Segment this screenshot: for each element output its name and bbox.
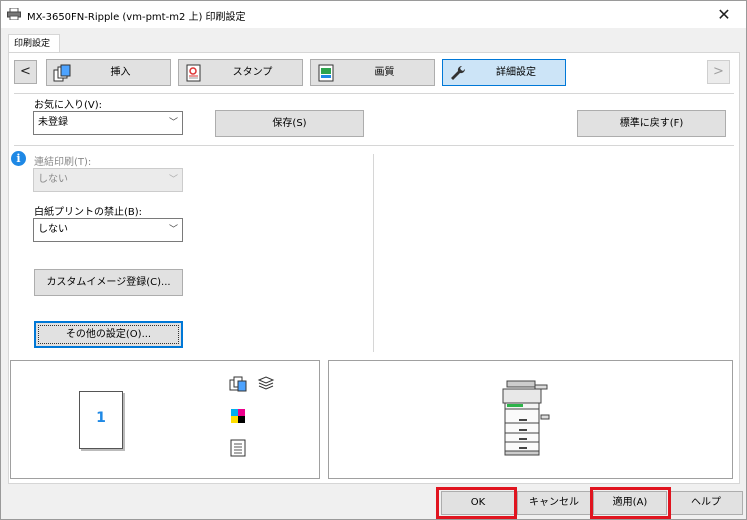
chevron-down-icon: ﹀ bbox=[168, 118, 178, 128]
color-mode-icon bbox=[231, 409, 245, 423]
close-button[interactable]: ✕ bbox=[702, 1, 746, 28]
blank-page-value: しない bbox=[38, 224, 68, 235]
title-bar: MX-3650FN-Ripple (vm-pmt-m2 上) 印刷設定 ✕ bbox=[1, 1, 746, 28]
image-quality-icon bbox=[318, 64, 334, 82]
tab-image-quality-label: 画質 bbox=[374, 67, 395, 78]
wrench-icon bbox=[451, 65, 466, 80]
copies-icon bbox=[229, 376, 247, 392]
printer-icon bbox=[7, 8, 21, 20]
help-button[interactable]: ヘルプ bbox=[669, 491, 743, 515]
tab-stamp[interactable]: スタンプ bbox=[178, 59, 303, 86]
favorites-select[interactable]: 未登録 ﹀ bbox=[33, 111, 183, 135]
scroll-left-button[interactable]: < bbox=[14, 60, 37, 84]
cancel-button[interactable]: キャンセル bbox=[517, 491, 591, 515]
custom-image-button[interactable]: カスタムイメージ登録(C)... bbox=[34, 269, 183, 296]
paper-stack-icon bbox=[257, 376, 275, 390]
page-number: 1 bbox=[96, 410, 106, 426]
favorites-label: お気に入り(V): bbox=[34, 100, 103, 111]
document-icon bbox=[230, 439, 246, 457]
tab-insert-label: 挿入 bbox=[110, 67, 131, 78]
chevron-down-icon: ﹀ bbox=[168, 175, 178, 185]
column-divider bbox=[373, 154, 374, 352]
linked-print-value: しない bbox=[38, 174, 68, 185]
reset-defaults-button[interactable]: 標準に戻す(F) bbox=[577, 110, 726, 137]
linked-print-select[interactable]: しない ﹀ bbox=[33, 168, 183, 192]
print-settings-window: MX-3650FN-Ripple (vm-pmt-m2 上) 印刷設定 ✕ 印刷… bbox=[0, 0, 747, 520]
focus-outline bbox=[38, 325, 179, 344]
tab-print-settings[interactable]: 印刷設定 bbox=[8, 34, 60, 53]
info-icon: i bbox=[11, 151, 26, 166]
insert-pages-icon bbox=[53, 64, 71, 82]
window-title: MX-3650FN-Ripple (vm-pmt-m2 上) 印刷設定 bbox=[27, 12, 246, 23]
divider bbox=[14, 93, 734, 94]
stamp-icon bbox=[186, 64, 201, 82]
tab-image-quality[interactable]: 画質 bbox=[310, 59, 435, 86]
printer-illustration-icon bbox=[502, 380, 550, 456]
tab-detailed-settings-label: 詳細設定 bbox=[496, 67, 536, 78]
page-thumbnail: 1 bbox=[79, 391, 123, 449]
other-settings-button[interactable]: その他の設定(O)... bbox=[34, 321, 183, 348]
tab-stamp-label: スタンプ bbox=[232, 67, 273, 78]
linked-print-label: 連結印刷(T): bbox=[34, 157, 92, 168]
apply-highlight-box bbox=[590, 487, 671, 519]
favorites-value: 未登録 bbox=[38, 117, 68, 128]
scroll-right-button[interactable]: > bbox=[707, 60, 730, 84]
tab-detailed-settings[interactable]: 詳細設定 bbox=[442, 59, 566, 86]
save-button[interactable]: 保存(S) bbox=[215, 110, 364, 137]
divider bbox=[14, 145, 734, 146]
ok-highlight-box bbox=[436, 487, 517, 519]
blank-page-label: 白紙プリントの禁止(B): bbox=[34, 207, 143, 218]
tab-insert[interactable]: 挿入 bbox=[46, 59, 171, 86]
chevron-down-icon: ﹀ bbox=[168, 225, 178, 235]
blank-page-select[interactable]: しない ﹀ bbox=[33, 218, 183, 242]
